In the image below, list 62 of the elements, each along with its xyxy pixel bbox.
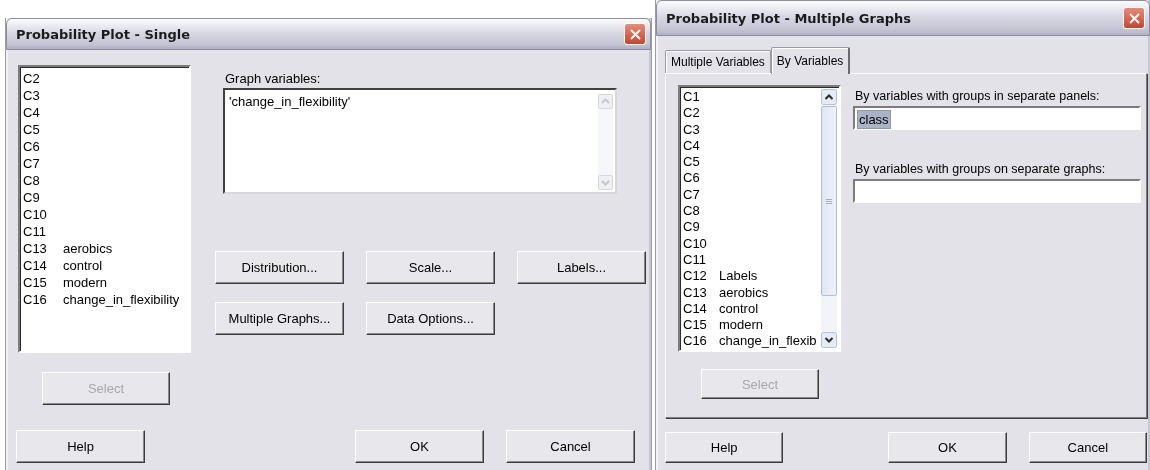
option-button[interactable]: Data Options... [366,302,495,335]
scroll-down-icon [598,175,613,190]
option-button[interactable]: Distribution... [215,251,344,284]
variable-item[interactable]: C7 [683,186,821,204]
variable-item[interactable]: C6 [683,170,821,187]
variable-item[interactable]: C2 [23,70,186,87]
variable-item[interactable]: C5 [23,121,186,138]
scroll-up-icon [598,94,613,109]
variable-item[interactable]: C6 [23,138,186,155]
option-button[interactable]: Scale... [366,251,495,284]
variable-item[interactable]: C5 [683,154,821,171]
variable-item[interactable]: C14 control [23,257,186,274]
variable-item[interactable]: C10 [683,235,821,252]
scroll-up-icon[interactable] [821,89,837,105]
dialog-button[interactable]: Help [665,432,784,463]
variable-item[interactable]: C11 [683,251,821,269]
scroll-thumb[interactable] [821,106,837,296]
field-label: By variables with groups in separate panels: [855,89,1100,103]
variable-item[interactable]: C9 [23,189,186,206]
variable-item[interactable]: C16 change_in_flexib [683,333,821,348]
variable-item[interactable]: C16 change_in_flexibility [23,291,186,308]
variable-item[interactable]: C3 [23,87,186,104]
dialog-button[interactable]: OK [355,430,484,463]
variable-list[interactable]: C2 C3 C4 C5 C6 C7 C8 C9 C10 C11 C13 aerobics C14 control C15 modern C16 change_in_flexibility [18,65,191,353]
tab[interactable]: By Variables [770,47,851,74]
variable-item[interactable]: C13 aerobics [683,284,821,301]
variable-item[interactable]: C10 [23,206,186,223]
scroll-down-icon[interactable] [821,332,837,348]
variable-item[interactable]: C14 control [683,300,821,318]
field-label: Graph variables: [225,71,321,86]
dialog-button[interactable]: OK [888,432,1007,463]
dialog-button[interactable]: Help [16,430,145,463]
variable-item[interactable]: C2 [683,105,821,122]
variable-list[interactable]: C1 C2 C3 C4 C5 C6 C7 C8 C9 C10 C11 C12 Labels C13 aerobics C14 control C15 modern C16 change_in_flexib [678,85,841,352]
variable-item[interactable]: C7 [23,155,186,172]
by-variables-field[interactable]: class [853,106,1141,130]
by-variables-field[interactable] [853,179,1141,203]
variable-item[interactable]: C13 aerobics [23,240,186,257]
tab[interactable]: Multiple Variables [665,50,771,73]
variable-item[interactable]: C8 [683,203,821,220]
variable-item[interactable]: C1 [683,89,821,106]
variable-item[interactable]: C15 modern [683,317,821,334]
window-title: Probability Plot - Multiple Graphs [666,10,911,26]
variable-item[interactable]: C4 [683,137,821,155]
variable-item[interactable]: C4 [23,104,186,121]
dialog-button[interactable]: Cancel [506,430,635,463]
close-icon [1128,12,1140,24]
variable-item[interactable]: C11 [23,223,186,240]
option-button[interactable]: Multiple Graphs... [215,302,344,335]
variable-item[interactable]: C8 [23,172,186,189]
field-label: By variables with groups on separate graphs: [855,162,1106,176]
dialog-button[interactable]: Cancel [1028,432,1147,463]
graph-variables-field[interactable]: 'change_in_flexibility' [223,88,617,194]
close-icon [629,28,641,40]
variable-item[interactable]: C3 [683,121,821,138]
variable-item[interactable]: C15 modern [23,274,186,291]
variable-item[interactable]: C9 [683,219,821,236]
option-button[interactable]: Labels... [517,251,646,284]
close-button[interactable] [1123,7,1145,29]
variable-item[interactable]: C12 Labels [683,268,821,285]
window-title: Probability Plot - Single [16,26,191,42]
close-button[interactable] [624,23,646,45]
